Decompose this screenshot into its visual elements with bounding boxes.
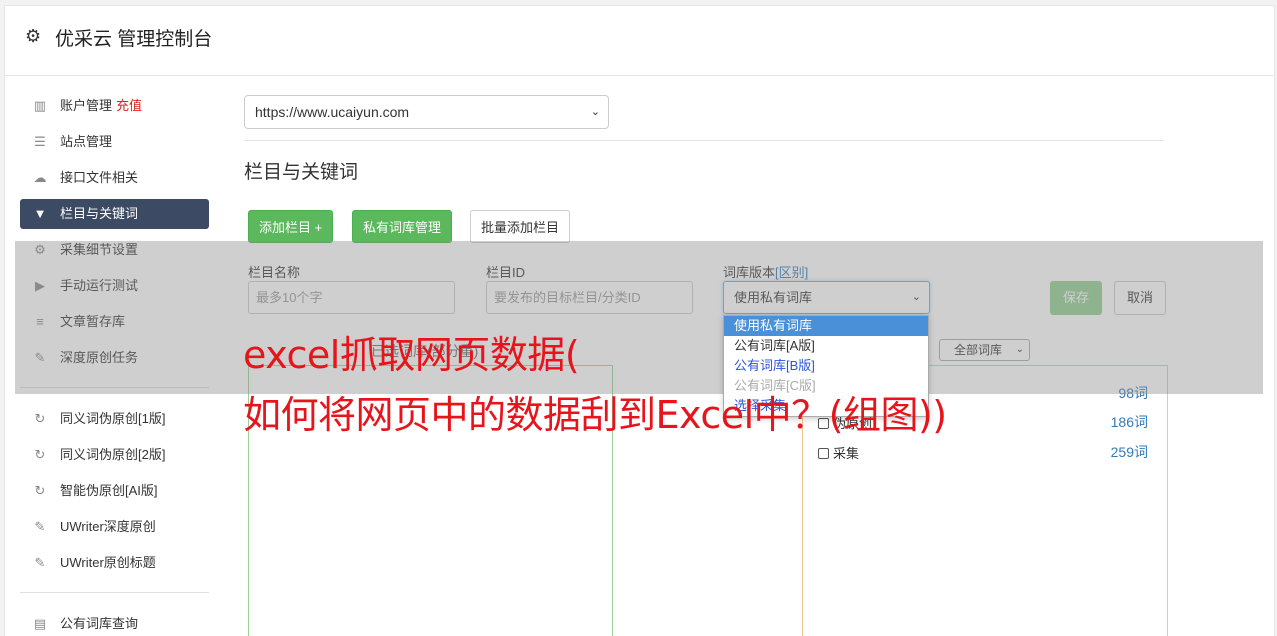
sidebar-item-label: 接口文件相关: [60, 170, 139, 185]
site-select-value: https://www.ucaiyun.com: [255, 104, 410, 120]
sidebar-item-label: 同义词伪原创[1版]: [60, 411, 166, 426]
sidebar-item-uwriter-title[interactable]: ✎ UWriter原创标题: [20, 548, 209, 578]
lib-count: 259词: [1110, 444, 1148, 460]
filter-icon: ▼: [33, 206, 47, 221]
sidebar-item-label: UWriter原创标题: [60, 555, 156, 570]
sidebar-item-account[interactable]: ▥ 账户管理 充值: [20, 91, 209, 121]
sidebar-item-interface[interactable]: ☁ 接口文件相关: [20, 163, 209, 193]
batch-add-button[interactable]: 批量添加栏目: [470, 210, 571, 243]
sidebar-item-uwriter-deep[interactable]: ✎ UWriter深度原创: [20, 512, 209, 542]
section-title: 栏目与关键词: [244, 162, 359, 183]
site-select[interactable]: https://www.ucaiyun.com ⌄: [244, 95, 609, 129]
sidebar-item-label: 账户管理: [60, 98, 113, 113]
sidebar-divider: [20, 592, 209, 593]
refresh-icon: ↻: [34, 447, 46, 462]
checkbox[interactable]: [818, 448, 829, 459]
cloud-upload-icon: ☁: [33, 170, 47, 185]
watermark-line-2: 如何将网页中的数据刮到Excel中？(组图)): [243, 393, 947, 437]
lib-row[interactable]: 采集: [818, 443, 859, 462]
sidebar-item-columns[interactable]: ▼ 栏目与关键词: [20, 199, 209, 229]
dropdown-option[interactable]: 使用私有词库: [724, 316, 928, 336]
overlay-band: [15, 241, 1263, 394]
sidebar-item-label: 同义词伪原创[2版]: [60, 447, 166, 462]
sidebar-item-label: 栏目与关键词: [60, 206, 139, 221]
sidebar-item-label: 站点管理: [60, 134, 113, 149]
sidebar-item-label: 公有词库查询: [60, 616, 139, 631]
lib-count: 186词: [1110, 414, 1148, 430]
sidebar-item-sites[interactable]: ☰ 站点管理: [20, 127, 209, 157]
chevron-down-icon: ⌄: [590, 106, 600, 118]
sidebar-item-label: 智能伪原创[AI版]: [60, 483, 158, 498]
watermark-line-1: excel抓取网页数据(: [243, 333, 580, 377]
lib-name: 采集: [833, 446, 860, 461]
sidebar-item-label: UWriter深度原创: [60, 519, 156, 534]
sidebar-item-public-lib[interactable]: ▤ 公有词库查询: [20, 609, 209, 636]
add-column-button[interactable]: 添加栏目 +: [248, 210, 334, 243]
gear-icon: ⚙: [25, 26, 42, 46]
recharge-link[interactable]: 充值: [116, 98, 142, 113]
refresh-icon: ↻: [34, 411, 46, 426]
page-title: 优采云 管理控制台: [55, 29, 213, 50]
sidebar-item-ai-rewrite[interactable]: ↻ 智能伪原创[AI版]: [20, 476, 209, 506]
bar-chart-icon: ▥: [33, 98, 47, 113]
edit-icon: ✎: [34, 519, 46, 534]
book-icon: ▤: [33, 616, 47, 631]
sidebar-item-synonym-v1[interactable]: ↻ 同义词伪原创[1版]: [20, 404, 209, 434]
dropdown-option[interactable]: 公有词库[B版]: [724, 356, 928, 376]
edit-icon: ✎: [34, 555, 46, 570]
header: ⚙ 优采云 管理控制台: [5, 6, 1274, 76]
refresh-icon: ↻: [34, 483, 46, 498]
dropdown-option[interactable]: 公有词库[A版]: [724, 336, 928, 356]
server-icon: ☰: [34, 134, 46, 149]
private-lib-button[interactable]: 私有词库管理: [352, 210, 453, 243]
sidebar-item-synonym-v2[interactable]: ↻ 同义词伪原创[2版]: [20, 440, 209, 470]
divider: [244, 140, 1164, 141]
